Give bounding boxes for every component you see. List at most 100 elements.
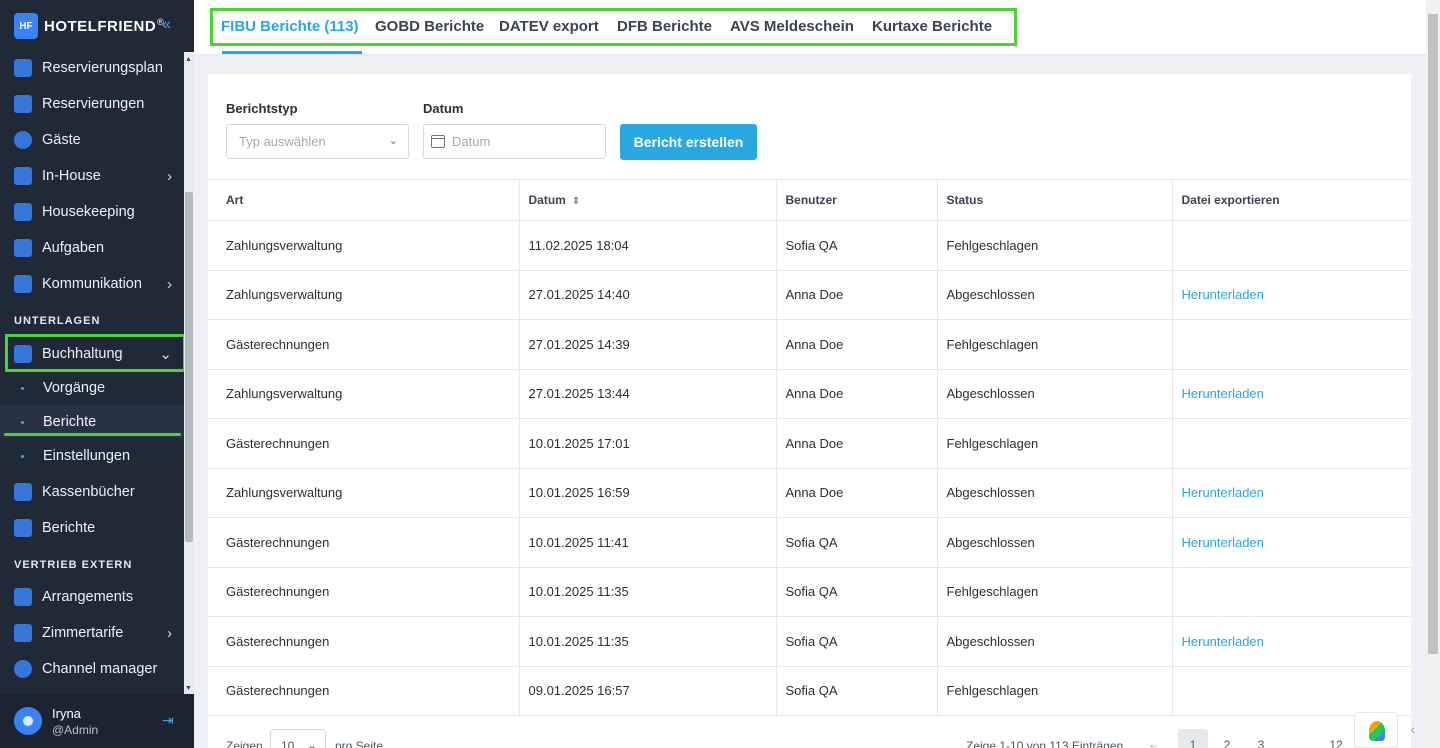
table-row: Zahlungsverwaltung 27.01.2025 14:40 Anna D… <box>208 269 1411 320</box>
collapse-sidebar-icon[interactable]: « <box>162 16 171 34</box>
download-link[interactable]: Herunterladen <box>1182 386 1264 401</box>
column-header-datei-exportieren: Datei exportieren <box>1171 179 1411 221</box>
per-page-select[interactable]: 10 ⌄ <box>270 729 326 748</box>
sort-icon[interactable]: ⇕ <box>572 196 580 207</box>
sidebar-item-zimmertarife[interactable]: Zimmertarife › <box>0 616 184 650</box>
page-button[interactable]: 3 <box>1246 729 1276 748</box>
tab-fibu-berichte[interactable]: FIBU Berichte (113) <box>221 18 359 35</box>
sidebar-scrollbar[interactable]: ▲ ▼ <box>184 52 194 694</box>
user-profile[interactable]: Iryna @Admin ⇥ <box>0 694 194 748</box>
column-header-status: Status <box>936 179 1173 221</box>
table-cell: 10.01.2025 11:35 <box>518 566 777 617</box>
tab-kurtaxe-berichte[interactable]: Kurtaxe Berichte <box>872 18 992 35</box>
table-cell: Abgeschlossen <box>936 616 1173 667</box>
page-button[interactable]: 12 <box>1321 729 1351 748</box>
page-button[interactable]: 2 <box>1212 729 1242 748</box>
prev-page-icon[interactable]: ← <box>1148 737 1160 748</box>
table-cell: Abgeschlossen <box>936 517 1173 568</box>
sidebar-item-in-house[interactable]: In-House › <box>0 159 184 193</box>
report-type-label: Berichtstyp <box>226 101 298 116</box>
sidebar-item-kommunikation[interactable]: Kommunikation › <box>0 267 184 301</box>
help-widget-icon[interactable] <box>1354 712 1398 748</box>
report-type-select[interactable]: Typ auswählen ⌄ <box>226 124 409 159</box>
scroll-down-icon[interactable]: ▼ <box>185 685 192 692</box>
table-row: Zahlungsverwaltung 10.01.2025 16:59 Anna D… <box>208 467 1411 518</box>
column-header-label: Datum <box>528 193 566 207</box>
table-cell: Gästerechnungen <box>208 319 520 370</box>
date-placeholder: Datum <box>452 134 491 149</box>
chevron-down-icon: ⌄ <box>388 135 398 147</box>
sidebar-item-kassenbuecher[interactable]: Kassenbücher <box>0 475 184 509</box>
sidebar-item-arrangements[interactable]: Arrangements <box>0 580 184 614</box>
active-tab-indicator <box>222 51 362 54</box>
tab-gobd-berichte[interactable]: GOBD Berichte <box>375 18 484 35</box>
sidebar-item-housekeeping[interactable]: Housekeeping <box>0 195 184 229</box>
download-link[interactable]: Herunterladen <box>1182 535 1264 550</box>
report-type-placeholder: Typ auswählen <box>239 134 326 149</box>
tab-dfb-berichte[interactable]: DFB Berichte <box>617 18 712 35</box>
sidebar: HF HOTELFRIEND ® « Reservierungsplan Res… <box>0 0 194 748</box>
sidebar-item-channel-manager[interactable]: Channel manager <box>0 652 184 686</box>
chevron-down-icon: ⌄ <box>306 738 317 748</box>
page-scrollbar[interactable] <box>1426 0 1440 748</box>
tab-datev-export[interactable]: DATEV export <box>499 18 599 35</box>
table-cell: Anna Doe <box>775 269 938 320</box>
table-cell: Anna Doe <box>775 467 938 518</box>
table-cell: Anna Doe <box>775 368 938 419</box>
create-report-button[interactable]: Bericht erstellen <box>620 124 757 160</box>
table-row: Gästerechnungen 09.01.2025 16:57 Sofia QA F… <box>208 665 1411 716</box>
sidebar-item-aufgaben[interactable]: Aufgaben <box>0 231 184 265</box>
hotelfriend-logo-icon: HF <box>14 13 38 39</box>
download-link[interactable]: Herunterladen <box>1182 287 1264 302</box>
sidebar-subitem-label: Berichte <box>43 414 97 430</box>
bullet-icon <box>21 454 24 458</box>
sidebar-subitem-label: Vorgänge <box>43 380 106 396</box>
sidebar-item-reservierungen[interactable]: Reservierungen <box>0 87 184 121</box>
chevron-right-icon: › <box>167 624 172 642</box>
date-label: Datum <box>423 101 464 116</box>
table-row: Gästerechnungen 27.01.2025 14:39 Anna Doe F… <box>208 319 1411 370</box>
download-link[interactable]: Herunterladen <box>1182 634 1264 649</box>
scroll-up-icon[interactable]: ▲ <box>185 56 192 63</box>
table-cell: 27.01.2025 13:44 <box>518 368 777 419</box>
document-icon <box>14 95 32 113</box>
page-button[interactable]: 1 <box>1178 729 1208 748</box>
per-page-value: 10 <box>281 739 295 748</box>
section-vertrieb-extern: VERTRIEB EXTERN <box>14 559 133 571</box>
date-input[interactable]: Datum <box>423 124 606 159</box>
cart-icon <box>14 167 32 185</box>
download-link[interactable]: Herunterladen <box>1182 485 1264 500</box>
table-cell: Sofia QA <box>775 566 938 617</box>
table-cell <box>1171 665 1411 716</box>
sidebar-item-label: Housekeeping <box>42 204 135 220</box>
sidebar-item-gaeste[interactable]: Gäste <box>0 123 184 157</box>
top-tab-bar: FIBU Berichte (113) GOBD Berichte DATEV … <box>194 0 1426 55</box>
tab-avs-meldeschein[interactable]: AVS Meldeschein <box>730 18 854 35</box>
column-header-datum[interactable]: Datum ⇕ <box>518 179 777 221</box>
table-cell: 11.02.2025 18:04 <box>518 220 777 271</box>
sidebar-item-label: Kassenbücher <box>42 484 135 500</box>
sidebar-item-reservierungsplan[interactable]: Reservierungsplan <box>0 52 184 85</box>
show-label: Zeigen <box>226 739 263 748</box>
user-icon <box>14 131 32 149</box>
table-cell: Fehlgeschlagen <box>936 220 1173 271</box>
table-row: Zahlungsverwaltung 27.01.2025 13:44 Anna D… <box>208 368 1411 419</box>
sidebar-scrollbar-thumb[interactable] <box>185 192 193 542</box>
table-cell: 10.01.2025 11:41 <box>518 517 777 568</box>
table-cell: Sofia QA <box>775 220 938 271</box>
table-row: Gästerechnungen 10.01.2025 11:35 Sofia QA A… <box>208 616 1411 667</box>
sidebar-subitem-einstellungen[interactable]: Einstellungen <box>0 440 184 472</box>
page-scrollbar-thumb[interactable] <box>1428 14 1438 654</box>
sidebar-item-berichte[interactable]: Berichte <box>0 511 184 545</box>
table-cell: Zahlungsverwaltung <box>208 220 520 271</box>
logout-icon[interactable]: ⇥ <box>162 712 174 729</box>
table-header-row: Art Datum ⇕ Benutzer Status Datei exporti… <box>208 179 1411 221</box>
avatar <box>14 707 42 735</box>
table-cell: Herunterladen <box>1171 467 1411 518</box>
sidebar-subitem-vorgaenge[interactable]: Vorgänge <box>0 372 184 404</box>
table-cell: Gästerechnungen <box>208 566 520 617</box>
sidebar-item-label: Kommunikation <box>42 276 142 292</box>
calendar-icon <box>431 135 445 148</box>
chevron-left-icon[interactable]: ‹ <box>1400 712 1426 748</box>
table-cell: Herunterladen <box>1171 616 1411 667</box>
